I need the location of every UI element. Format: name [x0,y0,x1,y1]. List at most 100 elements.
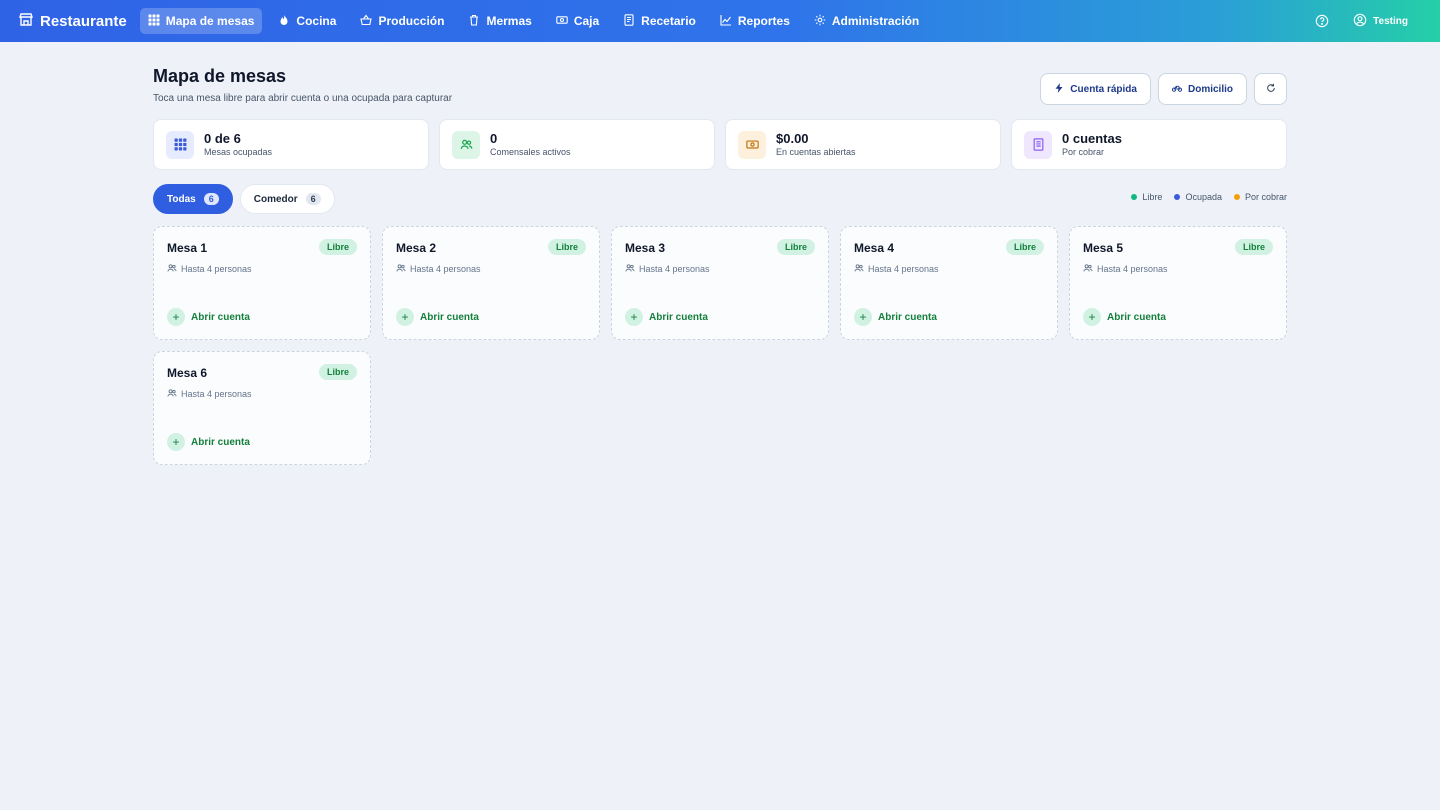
capacity-label: Hasta 4 personas [639,264,710,274]
legend-dot [1131,194,1138,200]
open-account-label: Abrir cuenta [649,311,708,323]
capacity-label: Hasta 4 personas [181,389,252,399]
legend-dot [1233,194,1240,200]
status-badge: Libre [547,239,586,255]
area-filters: Todas 6 Comedor 6 [153,184,335,214]
gear-icon [814,14,826,29]
plus-icon: + [167,308,185,326]
nav-item-reportes[interactable]: Reportes [712,8,798,34]
stat-card: $0.00 En cuentas abiertas [725,119,1001,170]
plus-icon: + [167,433,185,451]
stats-row: 0 de 6 Mesas ocupadas 0 Comensales activ… [153,119,1287,170]
open-account-button[interactable]: + Abrir cuenta [167,308,250,326]
users-icon [167,388,177,400]
nav-item-label: Producción [378,14,445,28]
users-icon [452,130,480,159]
plus-icon: + [1083,308,1101,326]
nav-item-produccion[interactable]: Producción [352,8,452,34]
status-badge: Libre [776,239,815,255]
trash-icon [468,14,480,29]
cash-icon [738,130,766,159]
table-card[interactable]: Mesa 5 Libre Hasta 4 personas + Abrir cu… [1069,226,1287,340]
page-title: Mapa de mesas [153,66,287,86]
nav-item-mermas[interactable]: Mermas [460,8,539,34]
status-badge: Libre [318,364,357,380]
users-icon [167,263,177,275]
nav-item-recetario[interactable]: Recetario [615,8,704,34]
open-account-button[interactable]: + Abrir cuenta [1083,308,1166,326]
nav-item-mapa-de-mesas[interactable]: Mapa de mesas [139,8,263,34]
nav-item-caja[interactable]: Caja [548,8,607,34]
filter-todas[interactable]: Todas 6 [153,184,233,214]
plus-icon: + [854,308,872,326]
plus-icon: + [625,308,643,326]
table-capacity: Hasta 4 personas [625,263,710,275]
nav-item-label: Mapa de mesas [165,14,255,28]
open-account-label: Abrir cuenta [420,311,479,323]
capacity-label: Hasta 4 personas [868,264,939,274]
table-name: Mesa 3 [625,241,666,255]
nav-item-label: Caja [573,14,600,28]
status-legend: Libre Ocupada Por cobrar [1131,192,1287,202]
stat-label: Por cobrar [1062,147,1105,157]
open-account-button[interactable]: + Abrir cuenta [625,308,708,326]
table-name: Mesa 4 [854,241,895,255]
legend-item: Libre [1131,192,1162,202]
table-card[interactable]: Mesa 3 Libre Hasta 4 personas + Abrir cu… [611,226,829,340]
legend-label: Ocupada [1185,192,1222,202]
nav-item-label: Reportes [737,14,790,28]
cash-icon [556,14,568,29]
table-card[interactable]: Mesa 1 Libre Hasta 4 personas + Abrir cu… [153,226,371,340]
table-card[interactable]: Mesa 2 Libre Hasta 4 personas + Abrir cu… [382,226,600,340]
nav-item-label: Recetario [641,14,696,28]
table-card[interactable]: Mesa 6 Libre Hasta 4 personas + Abrir cu… [153,351,371,465]
store-icon [18,11,34,31]
open-account-button[interactable]: + Abrir cuenta [167,433,250,451]
stat-value: 0 de 6 [204,131,241,146]
main-nav: Mapa de mesas Cocina Producción Mermas Caja R… [139,8,934,34]
book-icon [623,13,635,29]
stat-value: $0.00 [776,131,809,146]
stat-card: 0 de 6 Mesas ocupadas [153,119,429,170]
filter-comedor[interactable]: Comedor 6 [239,184,335,214]
nav-item-label: Cocina [296,14,337,28]
refresh-button[interactable] [1254,73,1287,105]
stat-card: 0 Comensales activos [439,119,715,170]
grid-icon [148,14,160,29]
table-card[interactable]: Mesa 4 Libre Hasta 4 personas + Abrir cu… [840,226,1058,340]
delivery-label: Domicilio [1187,83,1233,95]
refresh-icon [1266,83,1276,96]
nav-item-label: Administración [831,14,920,28]
legend-label: Libre [1142,192,1163,202]
delivery-button[interactable]: Domicilio [1157,73,1247,105]
stat-card: 0 cuentas Por cobrar [1011,119,1287,170]
users-icon [396,263,406,275]
table-name: Mesa 6 [167,366,208,380]
user-menu[interactable]: Testing [1353,13,1408,30]
nav-item-administracion[interactable]: Administración [806,8,927,34]
capacity-label: Hasta 4 personas [410,264,481,274]
bike-icon [1171,83,1183,96]
nav-item-cocina[interactable]: Cocina [270,8,344,34]
table-capacity: Hasta 4 personas [1083,263,1168,275]
filter-count: 6 [203,193,219,205]
tables-grid: Mesa 1 Libre Hasta 4 personas + Abrir cu… [153,226,1287,465]
flame-icon [278,14,290,29]
legend-item: Ocupada [1174,192,1222,202]
table-capacity: Hasta 4 personas [854,263,939,275]
filter-count: 6 [305,193,321,205]
open-account-button[interactable]: + Abrir cuenta [396,308,479,326]
open-account-label: Abrir cuenta [878,311,937,323]
users-icon [854,263,864,275]
help-icon[interactable] [1315,14,1329,28]
open-account-button[interactable]: + Abrir cuenta [854,308,937,326]
header-actions: Cuenta rápida Domicilio [1040,73,1287,105]
user-name: Testing [1373,15,1408,27]
brand[interactable]: Restaurante [18,11,127,31]
table-name: Mesa 1 [167,241,208,255]
table-name: Mesa 5 [1083,241,1124,255]
quick-account-button[interactable]: Cuenta rápida [1040,73,1151,105]
capacity-label: Hasta 4 personas [1097,264,1168,274]
capacity-label: Hasta 4 personas [181,264,252,274]
table-name: Mesa 2 [396,241,437,255]
